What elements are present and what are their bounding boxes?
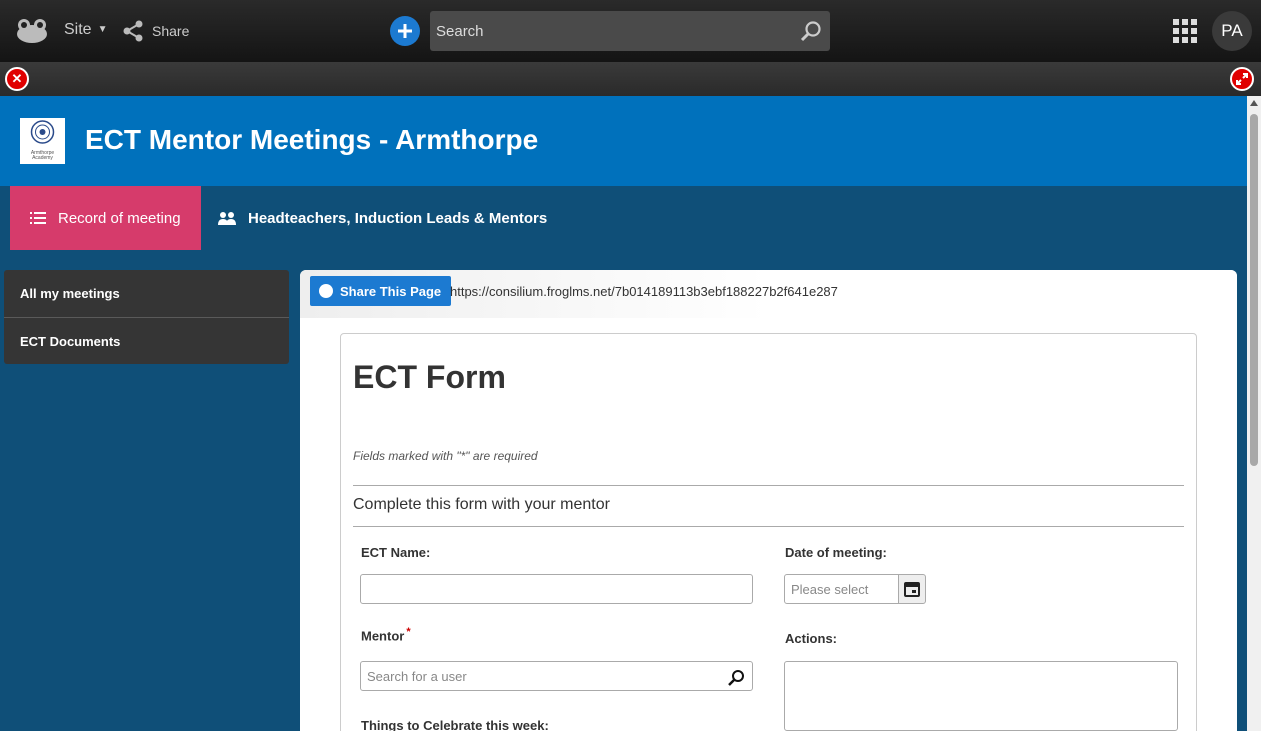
main-nav: Record of meeting Headteachers, Inductio… [0,186,1247,250]
form-title: ECT Form [353,359,506,395]
share-url[interactable]: https://consilium.froglms.net/7b01418911… [450,284,838,299]
required-note: Fields marked with "*" are required [353,449,538,463]
content-panel: Share This Page https://consilium.froglm… [300,270,1237,731]
list-icon [30,212,46,224]
tab-record-of-meeting[interactable]: Record of meeting [10,186,201,250]
share-label: Share [152,23,190,39]
mentor-search-input[interactable] [360,661,753,691]
share-bar: Share This Page https://consilium.froglm… [300,270,1237,318]
required-asterisk: * [406,626,411,638]
sidebar-item-ect-documents[interactable]: ECT Documents [4,317,289,364]
expand-arrows-icon [1236,73,1248,85]
share-page-button[interactable]: Share This Page [310,276,452,306]
top-bar: Site ▼ Share PA [0,0,1261,62]
tab-headteachers[interactable]: Headteachers, Induction Leads & Mentors [218,186,547,250]
sidebar-item-all-my-meetings[interactable]: All my meetings [4,270,289,317]
date-picker [784,574,926,604]
calendar-icon [904,582,920,597]
share-page-label: Share This Page [340,283,442,299]
share-icon [123,20,143,42]
page-title: ECT Mentor Meetings - Armthorpe [85,124,539,155]
close-icon[interactable]: ✕ [5,67,29,91]
ect-name-input[interactable] [360,574,753,604]
caret-down-icon: ▼ [97,24,108,36]
section-title: Complete this form with your mentor [353,496,610,513]
link-icon [319,284,333,298]
actions-textarea[interactable] [784,661,1178,731]
date-of-meeting-input[interactable] [784,574,899,604]
divider [353,485,1184,486]
logo-text: Armthorpe Academy [30,150,55,161]
calendar-button[interactable] [898,574,926,604]
ect-name-label: ECT Name: [361,545,431,560]
search-icon[interactable] [727,669,745,687]
ect-form: ECT Form Fields marked with "*" are requ… [340,333,1197,731]
school-logo: Armthorpe Academy [20,118,65,164]
scroll-thumb[interactable] [1250,114,1258,466]
tab-label: Headteachers, Induction Leads & Mentors [248,209,548,227]
scrollbar[interactable] [1247,96,1261,731]
site-label: Site [64,21,92,38]
plus-icon [398,24,412,38]
mentor-label: Mentor * [361,626,411,643]
search-icon[interactable] [800,20,822,42]
search-input[interactable] [430,11,790,51]
frog-logo-icon[interactable] [15,18,49,44]
celebrate-label: Things to Celebrate this week: [361,718,549,731]
avatar[interactable]: PA [1212,11,1252,51]
divider [353,526,1184,527]
share-menu[interactable]: Share [122,18,189,44]
add-button[interactable] [390,16,420,46]
mentor-label-text: Mentor [361,628,405,644]
apps-grid-icon[interactable] [1173,19,1197,43]
expand-icon[interactable] [1230,67,1254,91]
date-of-meeting-label: Date of meeting: [785,545,887,560]
school-emblem-icon [30,120,55,144]
sidebar: All my meetings ECT Documents [4,270,289,364]
scroll-up-arrow-icon[interactable] [1250,100,1258,106]
tab-label: Record of meeting [58,209,181,227]
window-controls-bar: ✕ [0,62,1261,96]
search-bar [430,11,830,51]
site-header: Armthorpe Academy ECT Mentor Meetings - … [0,96,1247,186]
actions-label: Actions: [785,631,837,646]
users-icon [218,212,236,225]
site-menu[interactable]: Site ▼ [64,21,107,39]
